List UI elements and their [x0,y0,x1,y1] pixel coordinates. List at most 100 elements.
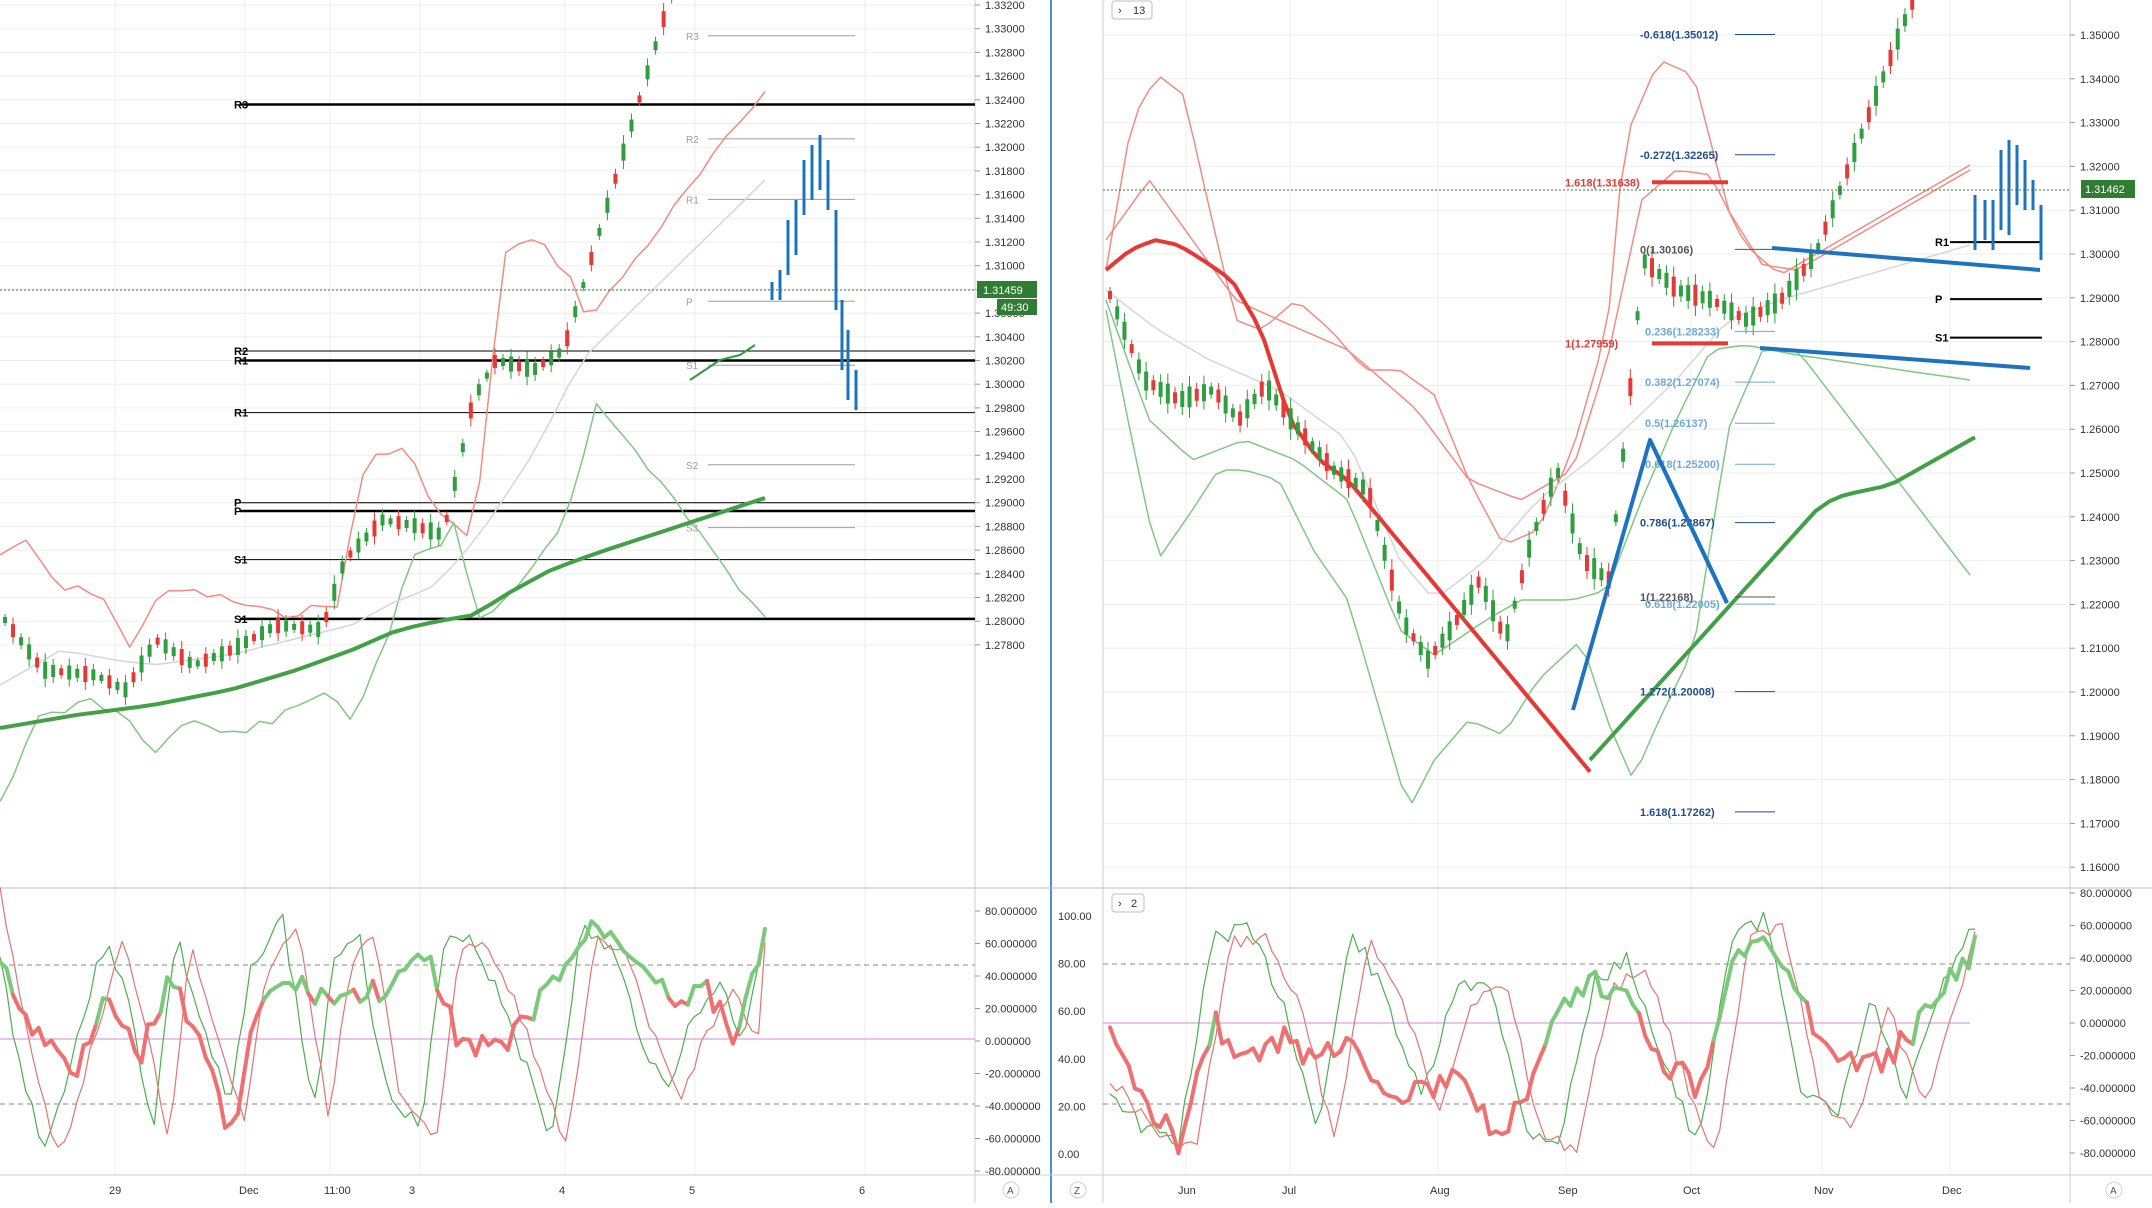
faded-pivot-label: P [686,297,693,308]
candle-body [1122,322,1126,340]
fib-label: 1(1.27959) [1565,338,1619,350]
candle-body [1751,307,1755,326]
candle-body [413,518,417,533]
candle-body [1318,447,1322,460]
candle-body [1845,164,1849,178]
price-tick-label: 1.29200 [985,474,1025,486]
time-label: Dec [239,1185,259,1197]
candle-body [1498,622,1502,634]
candle-body [11,624,15,637]
candle-body [1657,269,1661,279]
candle-body [1758,307,1762,317]
candle-body [212,653,216,661]
candle-body [1672,277,1676,297]
candle-body [156,638,160,645]
candle-body [1730,302,1734,320]
candle-body [1216,390,1220,403]
candle-body [1202,384,1206,401]
candle-body [1686,285,1690,301]
candle-body [244,636,248,648]
right-axis-corner-left[interactable]: Z [1070,1182,1086,1198]
candle-body [1455,615,1459,625]
candle-body [525,360,529,377]
candle-body [1527,540,1531,558]
price-tick-label: 1.27000 [2080,380,2120,392]
candle-body [1722,301,1726,314]
candle-body [1715,299,1719,307]
candle-body [1433,646,1437,655]
stoch-right-tick-label: -80.000000 [2080,1148,2136,1160]
candle-body [1823,222,1827,235]
price-tick-label: 1.28600 [985,545,1025,557]
price-tick-label: 1.28400 [985,569,1025,581]
candle-body [1520,570,1524,583]
price-tick-label: 1.33000 [985,24,1025,36]
price-tick-label: 1.21000 [2080,643,2120,655]
candle-body [1484,586,1488,602]
price-tick-label: 1.29000 [2080,293,2120,305]
candle-body [1701,291,1705,303]
stoch-left-tick-label: 100.00 [1058,911,1092,923]
candle-body [1874,86,1878,106]
top-pane-collapse-button[interactable]: › 13 [1112,1,1152,19]
top-pane-count: 13 [1133,5,1145,17]
stoch-right-tick-label: 80.000000 [2080,888,2132,900]
candle-body [646,65,650,79]
candle-body [1296,422,1300,434]
price-tick-label: 1.31000 [2080,205,2120,217]
level-label: R1 [1935,237,1949,249]
candle-body [348,551,352,558]
candle-body [1542,500,1546,514]
candle-body [115,682,119,690]
candle-body [372,521,376,537]
candle-body [533,363,537,375]
faded-pivot-label: R1 [686,195,699,206]
stoch-left-tick-label: 60.00 [1058,1006,1086,1018]
candle-body [629,120,633,132]
candle-body [1737,311,1741,320]
candle-body [1795,269,1799,290]
stoch-right-tick-label: 0.000000 [2080,1018,2126,1030]
time-label: Oct [1683,1185,1700,1197]
candle-body [1852,143,1856,162]
bottom-pane-collapse-button[interactable]: › 2 [1112,894,1144,912]
candle-body [1643,254,1647,268]
price-tick-label: 1.30200 [985,356,1025,368]
candle-body [252,634,256,641]
price-tick-label: 1.26000 [2080,424,2120,436]
time-label: Aug [1430,1185,1450,1197]
candle-body [27,644,31,659]
candle-body [1621,449,1625,462]
time-label: Dec [1942,1185,1962,1197]
candle-body [19,637,23,645]
level-label: S1 [1935,333,1948,345]
price-tick-label: 1.32600 [985,71,1025,83]
price-tick-label: 1.22000 [2080,599,2120,611]
price-tick-label: 1.32000 [985,142,1025,154]
candle-body [1267,380,1271,400]
price-tick-label: 1.33200 [985,0,1025,12]
pivot-label: R1 [234,356,248,368]
stoch-right-tick-label: 60.000000 [2080,921,2132,933]
stoch-tick-label: 0.000000 [985,1036,1031,1048]
candle-body [276,617,280,633]
price-tick-label: 1.19000 [2080,731,2120,743]
candle-body [477,384,481,395]
candle-body [509,357,513,372]
price-tick-label: 1.28000 [2080,337,2120,349]
candle-body [228,646,232,656]
candle-body [461,443,465,452]
candle-body [1585,555,1589,571]
pivot-label: R1 [234,408,248,420]
price-tick-label: 1.34000 [2080,74,2120,86]
right-axis-corner-right[interactable]: A [2106,1182,2122,1198]
candle-body [1650,258,1654,277]
candle-body [1173,392,1177,403]
candle-body [1159,382,1163,397]
level-label: P [1935,294,1942,306]
left-axis-corner-button[interactable]: A [1003,1182,1019,1198]
candle-body [1281,401,1285,417]
price-tick-label: 1.27800 [985,640,1025,652]
candle-body [123,682,127,697]
fib-label: 0.382(1.27074) [1645,377,1720,389]
